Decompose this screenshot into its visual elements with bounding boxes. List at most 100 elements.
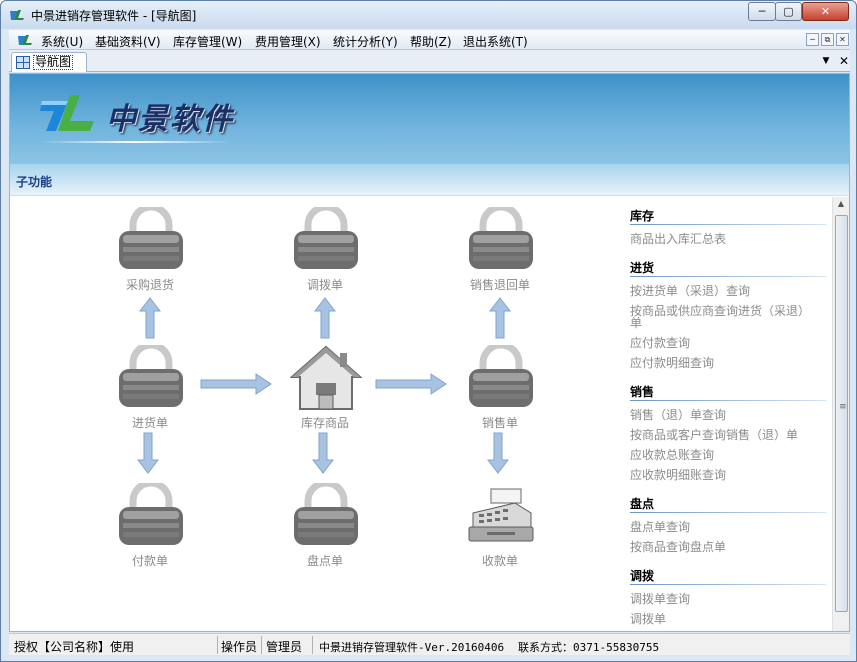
menu-exit[interactable]: 退出系统(T) [463, 33, 528, 50]
node-label: 销售单 [481, 416, 518, 430]
tab-close-button[interactable]: ✕ [837, 54, 851, 68]
section-title-stocktake: 盘点 [630, 497, 655, 511]
node-payment[interactable]: 付款单 [100, 483, 200, 571]
link-transfer-query[interactable]: 调拨单查询 [630, 593, 820, 605]
padlock-icon [469, 345, 533, 407]
arrow-up-icon [489, 297, 511, 339]
menu-help[interactable]: 帮助(Z) [410, 33, 452, 50]
subfunction-strip: 子功能 [10, 164, 849, 196]
arrow-down-icon [137, 432, 159, 474]
status-divider [217, 636, 218, 654]
node-purchase-return[interactable]: 采购退货 [100, 207, 200, 295]
scroll-up-icon[interactable]: ▲ [833, 199, 849, 213]
node-label: 销售退回单 [469, 278, 530, 292]
section-header: 子功能 [16, 175, 53, 189]
contact-text: 联系方式：0371-55830755 [518, 641, 660, 654]
report-links-panel: 库存 商品出入库汇总表 进货 按进货单（采退）查询 按商品或供应商查询进货（采退… [622, 197, 832, 631]
menu-system[interactable]: 系统(U) [41, 33, 83, 50]
cash-register-icon [468, 488, 534, 542]
menu-inventory[interactable]: 库存管理(W) [173, 33, 242, 50]
node-stocktake[interactable]: 盘点单 [275, 483, 375, 571]
vertical-scrollbar[interactable]: ▲ ≡ [832, 197, 849, 631]
app-logo-icon [18, 35, 32, 45]
section-divider [630, 224, 826, 225]
mdi-close-button[interactable]: ✕ [836, 33, 849, 46]
section-title-inventory: 库存 [630, 209, 655, 223]
node-sales-return[interactable]: 销售退回单 [450, 207, 550, 295]
navigation-panel: 中景软件 子功能 采购退货 调拨单 销售退回单 进货单 库存商品 销售单 付款单… [9, 73, 850, 632]
node-label: 进货单 [131, 416, 168, 430]
status-divider [312, 636, 313, 654]
link-stocktake-by-item[interactable]: 按商品查询盘点单 [630, 541, 820, 553]
section-title-transfer: 调拨 [630, 569, 655, 583]
company-name: 中景软件 [106, 102, 234, 137]
operator-label: 操作员 [221, 640, 258, 654]
arrow-up-icon [314, 297, 336, 339]
section-title-purchase: 进货 [630, 261, 655, 275]
menu-bar: 系统(U) 基础资料(V) 库存管理(W) 费用管理(X) 统计分析(Y) 帮助… [9, 30, 850, 50]
node-inventory-goods[interactable]: 库存商品 [275, 345, 375, 433]
node-label: 采购退货 [125, 278, 174, 292]
link-payables-detail[interactable]: 应付款明细查询 [630, 357, 820, 369]
node-label: 库存商品 [300, 416, 349, 430]
arrow-right-icon [200, 373, 272, 395]
arrow-right-icon [375, 373, 447, 395]
node-transfer[interactable]: 调拨单 [275, 207, 375, 295]
tab-navigation[interactable]: 导航图 [11, 52, 87, 72]
padlock-icon [294, 207, 358, 269]
title-bar[interactable]: 中景进销存管理软件 - [导航图] ─ ▢ ✕ [1, 1, 856, 29]
status-divider [261, 636, 262, 654]
node-sales-order[interactable]: 销售单 [450, 345, 550, 433]
tab-label: 导航图 [33, 55, 74, 70]
arrow-up-icon [139, 297, 161, 339]
node-receipt[interactable]: 收款单 [450, 483, 550, 571]
company-logo-icon [40, 95, 94, 131]
link-sales-query[interactable]: 销售（退）单查询 [630, 409, 820, 421]
section-divider [630, 400, 826, 401]
minimize-button[interactable]: ─ [748, 2, 776, 21]
license-text: 授权【公司名称】使用 [14, 640, 135, 654]
link-receivables-detail[interactable]: 应收款明细账查询 [630, 469, 820, 481]
tab-list-dropdown-button[interactable]: ▼ [819, 54, 833, 68]
section-title-sales: 销售 [630, 385, 655, 399]
node-label: 盘点单 [306, 554, 343, 568]
document-tab-bar: 导航图 ▼ ✕ [9, 50, 850, 72]
mdi-restore-button[interactable]: ⧉ [821, 33, 834, 46]
link-sales-by-item-customer[interactable]: 按商品或客户查询销售（退）单 [630, 429, 820, 441]
window-title: 中景进销存管理软件 - [导航图] [31, 9, 197, 23]
maximize-button[interactable]: ▢ [775, 2, 802, 21]
node-label: 收款单 [481, 554, 518, 568]
padlock-icon [119, 207, 183, 269]
brand-banner: 中景软件 [10, 74, 849, 164]
app-logo-icon [10, 10, 24, 20]
banner-divider [40, 141, 230, 143]
application-window: 中景进销存管理软件 - [导航图] ─ ▢ ✕ 系统(U) 基础资料(V) 库存… [0, 0, 857, 662]
section-divider [630, 512, 826, 513]
link-purchase-by-item-supplier[interactable]: 按商品或供应商查询进货（采退）单 [630, 305, 820, 329]
version-text: 中景进销存管理软件-Ver.20160406 [319, 641, 505, 654]
scrollbar-thumb[interactable]: ≡ [835, 215, 848, 612]
house-icon [290, 345, 362, 410]
menu-basic-data[interactable]: 基础资料(V) [95, 33, 161, 50]
padlock-icon [119, 345, 183, 407]
menu-statistics[interactable]: 统计分析(Y) [333, 33, 398, 50]
section-divider [630, 584, 826, 585]
close-button[interactable]: ✕ [802, 2, 849, 21]
grip-icon: ≡ [839, 402, 847, 412]
node-purchase-order[interactable]: 进货单 [100, 345, 200, 433]
link-stock-in-out-summary[interactable]: 商品出入库汇总表 [630, 233, 820, 245]
link-purchase-query[interactable]: 按进货单（采退）查询 [630, 285, 820, 297]
link-stocktake-query[interactable]: 盘点单查询 [630, 521, 820, 533]
operator-name: 管理员 [266, 640, 303, 654]
padlock-icon [294, 483, 358, 545]
node-label: 调拨单 [306, 278, 343, 292]
link-payables-query[interactable]: 应付款查询 [630, 337, 820, 349]
link-receivables-ledger[interactable]: 应收款总账查询 [630, 449, 820, 461]
padlock-icon [119, 483, 183, 545]
mdi-minimize-button[interactable]: ─ [806, 33, 819, 46]
link-transfer-order[interactable]: 调拨单 [630, 613, 820, 625]
grid-icon [16, 56, 30, 69]
menu-expenses[interactable]: 费用管理(X) [255, 33, 321, 50]
status-bar: 授权【公司名称】使用 操作员 管理员 中景进销存管理软件-Ver.2016040… [9, 633, 850, 655]
node-label: 付款单 [131, 554, 168, 568]
